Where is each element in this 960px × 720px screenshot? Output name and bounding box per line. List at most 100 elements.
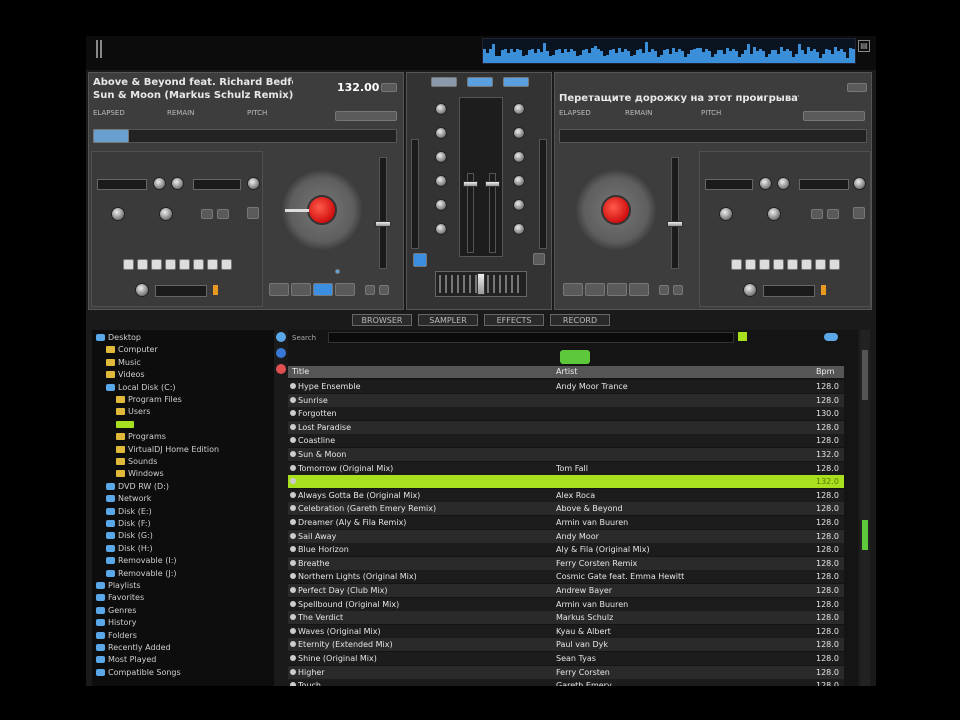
tree-node[interactable]: Users <box>116 406 150 418</box>
track-row[interactable]: Celebration (Gareth Emery Remix) Above & … <box>288 502 844 516</box>
track-row[interactable]: Shine (Original Mix) Sean Tyas 128.0 <box>288 652 844 665</box>
deck-right-gain-knob[interactable] <box>719 207 733 221</box>
transport-button[interactable] <box>291 283 311 296</box>
track-row[interactable]: Sunrise 128.0 <box>288 393 844 407</box>
deck-right-pitch-slider-track[interactable] <box>671 157 679 269</box>
deck-left-pitch-slider-track[interactable] <box>379 157 387 269</box>
deck-left-effect-select[interactable] <box>97 179 147 190</box>
track-row[interactable]: 132.0 <box>288 475 844 489</box>
track-row[interactable]: Dreamer (Aly & Fila Remix) Armin van Buur… <box>288 516 844 529</box>
deck-right-effect-select[interactable] <box>705 179 753 190</box>
track-row[interactable]: Higher Ferry Corsten 128.0 <box>288 665 844 679</box>
track-row[interactable]: Northern Lights (Original Mix) Cosmic Gat… <box>288 570 844 584</box>
track-row[interactable]: Tomorrow (Original Mix) Tom Fall 128.0 <box>288 461 844 475</box>
eq-knob[interactable] <box>513 199 525 211</box>
transport-button[interactable] <box>629 283 649 296</box>
deck-left-gain-knob[interactable] <box>111 207 125 221</box>
tree-node[interactable]: Local Disk (C:) <box>106 382 176 394</box>
deck-right-loop-select[interactable] <box>799 179 849 190</box>
deck-left-pitch-knob[interactable] <box>135 283 149 297</box>
sideview-icon[interactable] <box>560 350 590 364</box>
tree-node[interactable]: Disk (H:) <box>106 543 153 555</box>
tree-node[interactable]: Computer <box>106 344 158 356</box>
tree-node[interactable]: Disk (F:) <box>106 518 151 530</box>
track-row[interactable]: Perfect Day (Club Mix) Andrew Bayer 128.0 <box>288 584 844 597</box>
tab-browser[interactable]: BROWSER <box>352 314 412 326</box>
tree-node[interactable]: Network <box>106 493 151 505</box>
view-toggle-icon[interactable] <box>824 333 838 341</box>
hotcue-button[interactable] <box>815 259 826 270</box>
tree-node[interactable]: History <box>96 617 136 629</box>
tree-node[interactable]: Music <box>106 357 141 369</box>
mixer-volume-left-cap[interactable] <box>463 181 478 187</box>
mixer-right-button[interactable] <box>503 77 529 87</box>
add-folder-icon[interactable] <box>276 332 286 342</box>
tree-node[interactable]: Videos <box>106 369 145 381</box>
deck-right-loop-knob[interactable] <box>853 177 866 190</box>
search-options-icon[interactable] <box>738 332 747 341</box>
deck-right-sampler-slot[interactable] <box>763 285 815 297</box>
deck-right-mode-button[interactable] <box>803 111 865 121</box>
hotcue-button[interactable] <box>137 259 148 270</box>
tree-node[interactable]: Recently Added <box>96 642 171 654</box>
deck-right-lock-icon[interactable] <box>821 285 826 295</box>
eq-knob[interactable] <box>435 175 447 187</box>
mixer-cue-right-button[interactable] <box>533 253 545 265</box>
transport-button[interactable] <box>269 283 289 296</box>
crossfader-cap[interactable] <box>477 273 485 295</box>
deck-right-pitch-minus-button[interactable] <box>659 285 669 295</box>
tree-node[interactable]: Sounds <box>116 456 157 468</box>
track-row[interactable]: Coastline 128.0 <box>288 434 844 448</box>
tree-node[interactable]: VirtualDJ Home Edition <box>116 444 219 456</box>
hotcue-button[interactable] <box>221 259 232 270</box>
window-menu-icon[interactable]: ▤ <box>858 40 870 52</box>
deck-right-loop-half-button[interactable] <box>811 209 823 219</box>
eq-knob[interactable] <box>513 127 525 139</box>
track-row[interactable]: Hype Ensemble Andy Moor Trance 128.0 <box>288 380 844 393</box>
deck-left-waveform[interactable] <box>93 129 397 143</box>
deck-left-effect-knob-2[interactable] <box>171 177 184 190</box>
eq-knob[interactable] <box>435 151 447 163</box>
deck-right-loop-double-button[interactable] <box>827 209 839 219</box>
deck-left-pitch-slider-cap[interactable] <box>375 221 391 227</box>
track-row[interactable]: Breathe Ferry Corsten Remix 128.0 <box>288 556 844 570</box>
deck-left-loop-double-button[interactable] <box>217 209 229 219</box>
deck-right-sync-button[interactable] <box>847 83 867 92</box>
mixer-volume-right-cap[interactable] <box>485 181 500 187</box>
transport-button[interactable] <box>585 283 605 296</box>
folder-tree[interactable]: Desktop Computer Music Videos Local Disk (C:… <box>92 330 274 686</box>
deck-right-loop-button[interactable] <box>853 207 865 219</box>
track-row[interactable]: Touch Gareth Emery 128.0 <box>288 679 844 686</box>
deck-left-loop-select[interactable] <box>193 179 241 190</box>
search-input[interactable] <box>328 332 734 343</box>
transport-button[interactable] <box>607 283 627 296</box>
transport-button[interactable] <box>563 283 583 296</box>
track-row[interactable]: Eternity (Extended Mix) Paul van Dyk 128.0 <box>288 638 844 652</box>
col-artist-header[interactable]: Artist <box>556 366 577 378</box>
track-row[interactable]: Sun & Moon 132.0 <box>288 448 844 461</box>
deck-right-waveform[interactable] <box>559 129 867 143</box>
track-row[interactable]: Lost Paradise 128.0 <box>288 420 844 434</box>
browser-scrollbar[interactable] <box>860 330 870 686</box>
add-playlist-icon[interactable] <box>276 348 286 358</box>
track-row[interactable]: Spellbound (Original Mix) Armin van Buure… <box>288 597 844 611</box>
hotcue-button[interactable] <box>207 259 218 270</box>
deck-right-key-knob[interactable] <box>767 207 781 221</box>
hotcue-button[interactable] <box>829 259 840 270</box>
deck-right-pitch-slider-cap[interactable] <box>667 221 683 227</box>
track-row[interactable]: Blue Horizon Aly & Fila (Original Mix) 128… <box>288 543 844 557</box>
tree-node[interactable]: Favorites <box>96 592 144 604</box>
hotcue-button[interactable] <box>731 259 742 270</box>
hotcue-button[interactable] <box>193 259 204 270</box>
deck-left-loop-button[interactable] <box>247 207 259 219</box>
deck-right-effect-knob-2[interactable] <box>777 177 790 190</box>
hotcue-button[interactable] <box>123 259 134 270</box>
track-row[interactable]: Forgotten 130.0 <box>288 407 844 421</box>
tree-node[interactable]: Folders <box>96 630 137 642</box>
tab-effects[interactable]: EFFECTS <box>484 314 544 326</box>
tree-node[interactable]: Desktop <box>96 332 141 344</box>
tree-node[interactable] <box>116 419 137 431</box>
tree-node[interactable]: Programs <box>116 431 166 443</box>
deck-left-sync-button[interactable] <box>381 83 397 92</box>
mixer-left-button[interactable] <box>431 77 457 87</box>
